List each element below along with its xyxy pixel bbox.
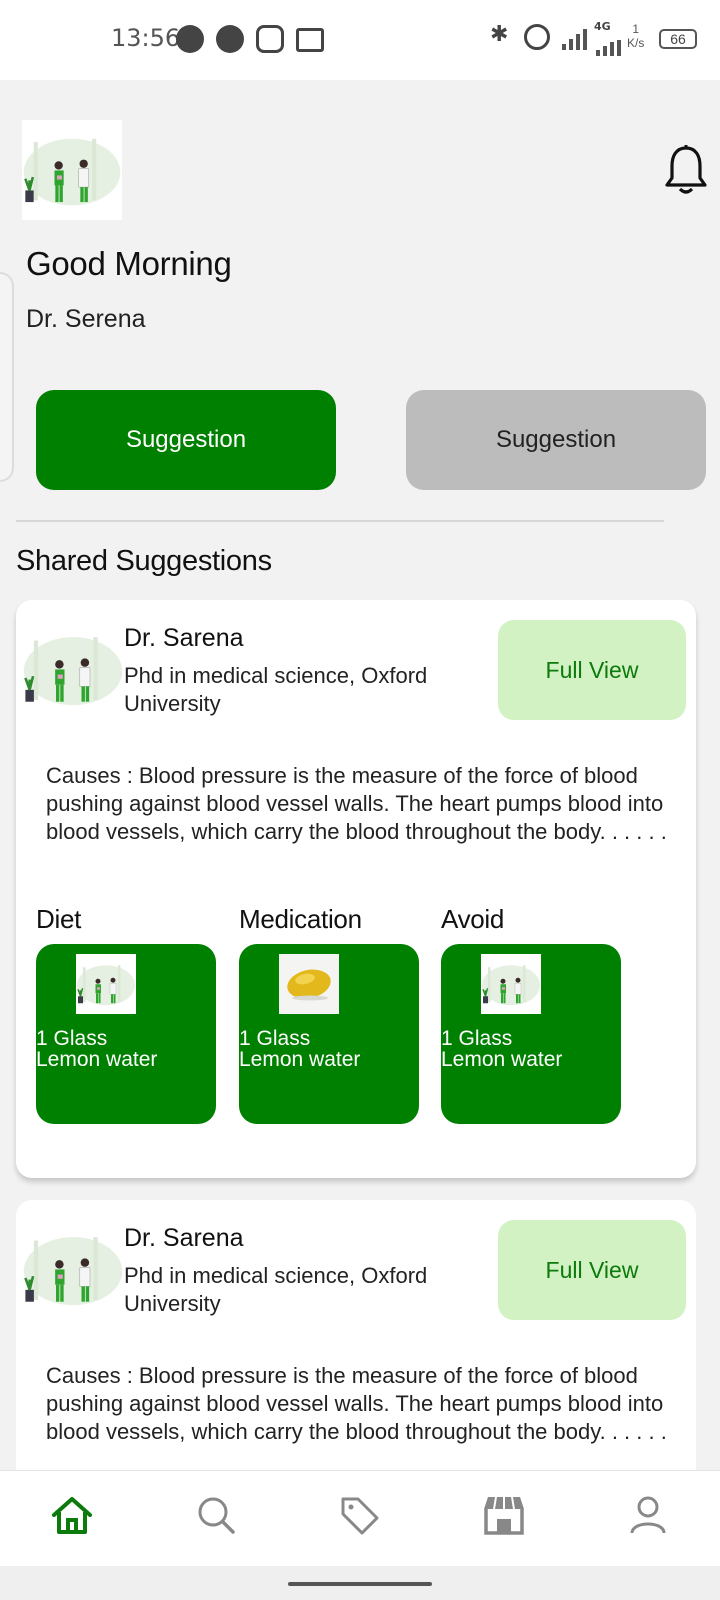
doctor-name: Dr. Serena [26, 305, 146, 333]
causes-text: Causes : Blood pressure is the measure o… [46, 1363, 667, 1444]
battery-icon: 66 [659, 29, 697, 49]
instagram-icon [256, 25, 284, 53]
net-speed: 1 K/s [627, 22, 645, 50]
lemon-image [279, 954, 339, 1014]
spotify-icon [176, 25, 204, 53]
side-drawer-handle[interactable] [0, 272, 14, 482]
store-icon[interactable] [482, 1493, 526, 1537]
diet-text: 1 Glass Lemon water [36, 1027, 158, 1071]
doctor-avatar[interactable] [22, 120, 122, 220]
profile-icon[interactable] [626, 1493, 670, 1537]
avoid-tile[interactable]: 1 Glass Lemon water [441, 944, 621, 1124]
card-credentials: Phd in medical science, Oxford Universit… [124, 663, 428, 716]
tag-icon[interactable] [338, 1493, 382, 1537]
search-icon[interactable] [194, 1493, 238, 1537]
status-time: 13:56 [111, 24, 181, 52]
diet-image [76, 954, 136, 1014]
status-bar: 13:56 ✱ 4G 1 K/s 66 [0, 0, 720, 80]
greeting: Good Morning [26, 245, 232, 282]
full-view-button[interactable]: Full View [498, 1220, 686, 1320]
signal-icon [562, 28, 587, 50]
card-doctor-avatar [22, 626, 124, 712]
medication-tile[interactable]: 1 Glass Lemon water [239, 944, 419, 1124]
avoid-image [481, 954, 541, 1014]
hotspot-icon [524, 24, 550, 50]
avoid-text: 1 Glass Lemon water [441, 1027, 563, 1071]
suggestion-card: Dr. Sarena Phd in medical science, Oxfor… [16, 600, 696, 1178]
full-view-button[interactable]: Full View [498, 620, 686, 720]
causes-text: Causes : Blood pressure is the measure o… [46, 763, 667, 844]
card-doctor-name: Dr. Sarena [124, 624, 244, 652]
bottom-nav [0, 1470, 720, 1566]
avoid-label: Avoid [441, 904, 505, 934]
suggestion-card: Dr. Sarena Phd in medical science, Oxfor… [16, 1200, 696, 1500]
gesture-bar [0, 1566, 720, 1600]
card-doctor-avatar [22, 1226, 124, 1312]
medication-text: 1 Glass Lemon water [239, 1027, 361, 1071]
gesture-handle[interactable] [288, 1582, 432, 1586]
divider [16, 520, 664, 522]
bluetooth-icon: ✱ [490, 22, 509, 47]
suggestion-tab-active[interactable]: Suggestion [36, 390, 336, 490]
section-title: Shared Suggestions [16, 545, 272, 577]
app-a-icon [216, 25, 244, 53]
home-icon[interactable] [50, 1493, 94, 1537]
medication-label: Medication [239, 904, 362, 934]
bell-icon[interactable] [664, 144, 708, 196]
diet-tile[interactable]: 1 Glass Lemon water [36, 944, 216, 1124]
card-doctor-name: Dr. Sarena [124, 1224, 244, 1252]
suggestion-tab-inactive[interactable]: Suggestion [406, 390, 706, 490]
network-type: 4G [594, 20, 611, 33]
signal-2-icon [596, 34, 621, 56]
card-credentials: Phd in medical science, Oxford Universit… [124, 1263, 428, 1316]
diet-label: Diet [36, 904, 82, 934]
calendar-icon [296, 28, 324, 52]
